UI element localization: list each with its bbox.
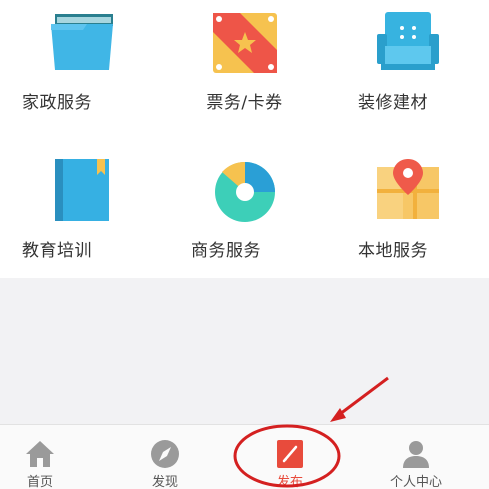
map-pin-icon <box>376 159 439 219</box>
service-local[interactable]: 本地服务 <box>326 139 489 278</box>
service-label: 本地服务 <box>358 241 428 261</box>
service-grid: 家政服务 票务/卡券 装修建材 教育培训 商务服务 本地服务 <box>0 0 489 278</box>
tab-label: 发现 <box>151 475 178 489</box>
tab-label: 首页 <box>26 475 53 489</box>
tab-label: 个人中心 <box>389 475 442 489</box>
service-housekeeping[interactable]: 家政服务 <box>0 0 163 139</box>
tab-home[interactable]: 首页 <box>0 425 80 489</box>
book-icon <box>54 159 109 221</box>
tab-label: 发布 <box>276 475 303 489</box>
service-education[interactable]: 教育培训 <box>0 139 163 278</box>
service-label: 票务/卡券 <box>206 93 283 113</box>
sofa-icon <box>376 12 439 70</box>
home-icon <box>26 441 54 467</box>
service-tickets[interactable]: 票务/卡券 <box>163 0 326 139</box>
service-label: 装修建材 <box>358 93 428 113</box>
tab-discover[interactable]: 发现 <box>125 425 205 489</box>
compass-icon <box>151 440 179 468</box>
ticket-icon <box>212 13 277 73</box>
edit-icon <box>277 440 303 468</box>
pie-chart-icon <box>214 161 275 222</box>
service-label: 商务服务 <box>191 241 261 261</box>
service-renovation[interactable]: 装修建材 <box>326 0 489 139</box>
service-label: 家政服务 <box>22 93 92 113</box>
empty-content-area <box>0 278 489 424</box>
bottom-tab-bar: 首页 发现 发布 个人中心 <box>0 424 489 489</box>
tab-publish[interactable]: 发布 <box>250 425 330 489</box>
service-business[interactable]: 商务服务 <box>163 139 326 278</box>
folder-icon <box>50 14 113 70</box>
user-icon <box>403 441 429 468</box>
tab-profile[interactable]: 个人中心 <box>376 425 456 489</box>
service-label: 教育培训 <box>22 241 92 261</box>
